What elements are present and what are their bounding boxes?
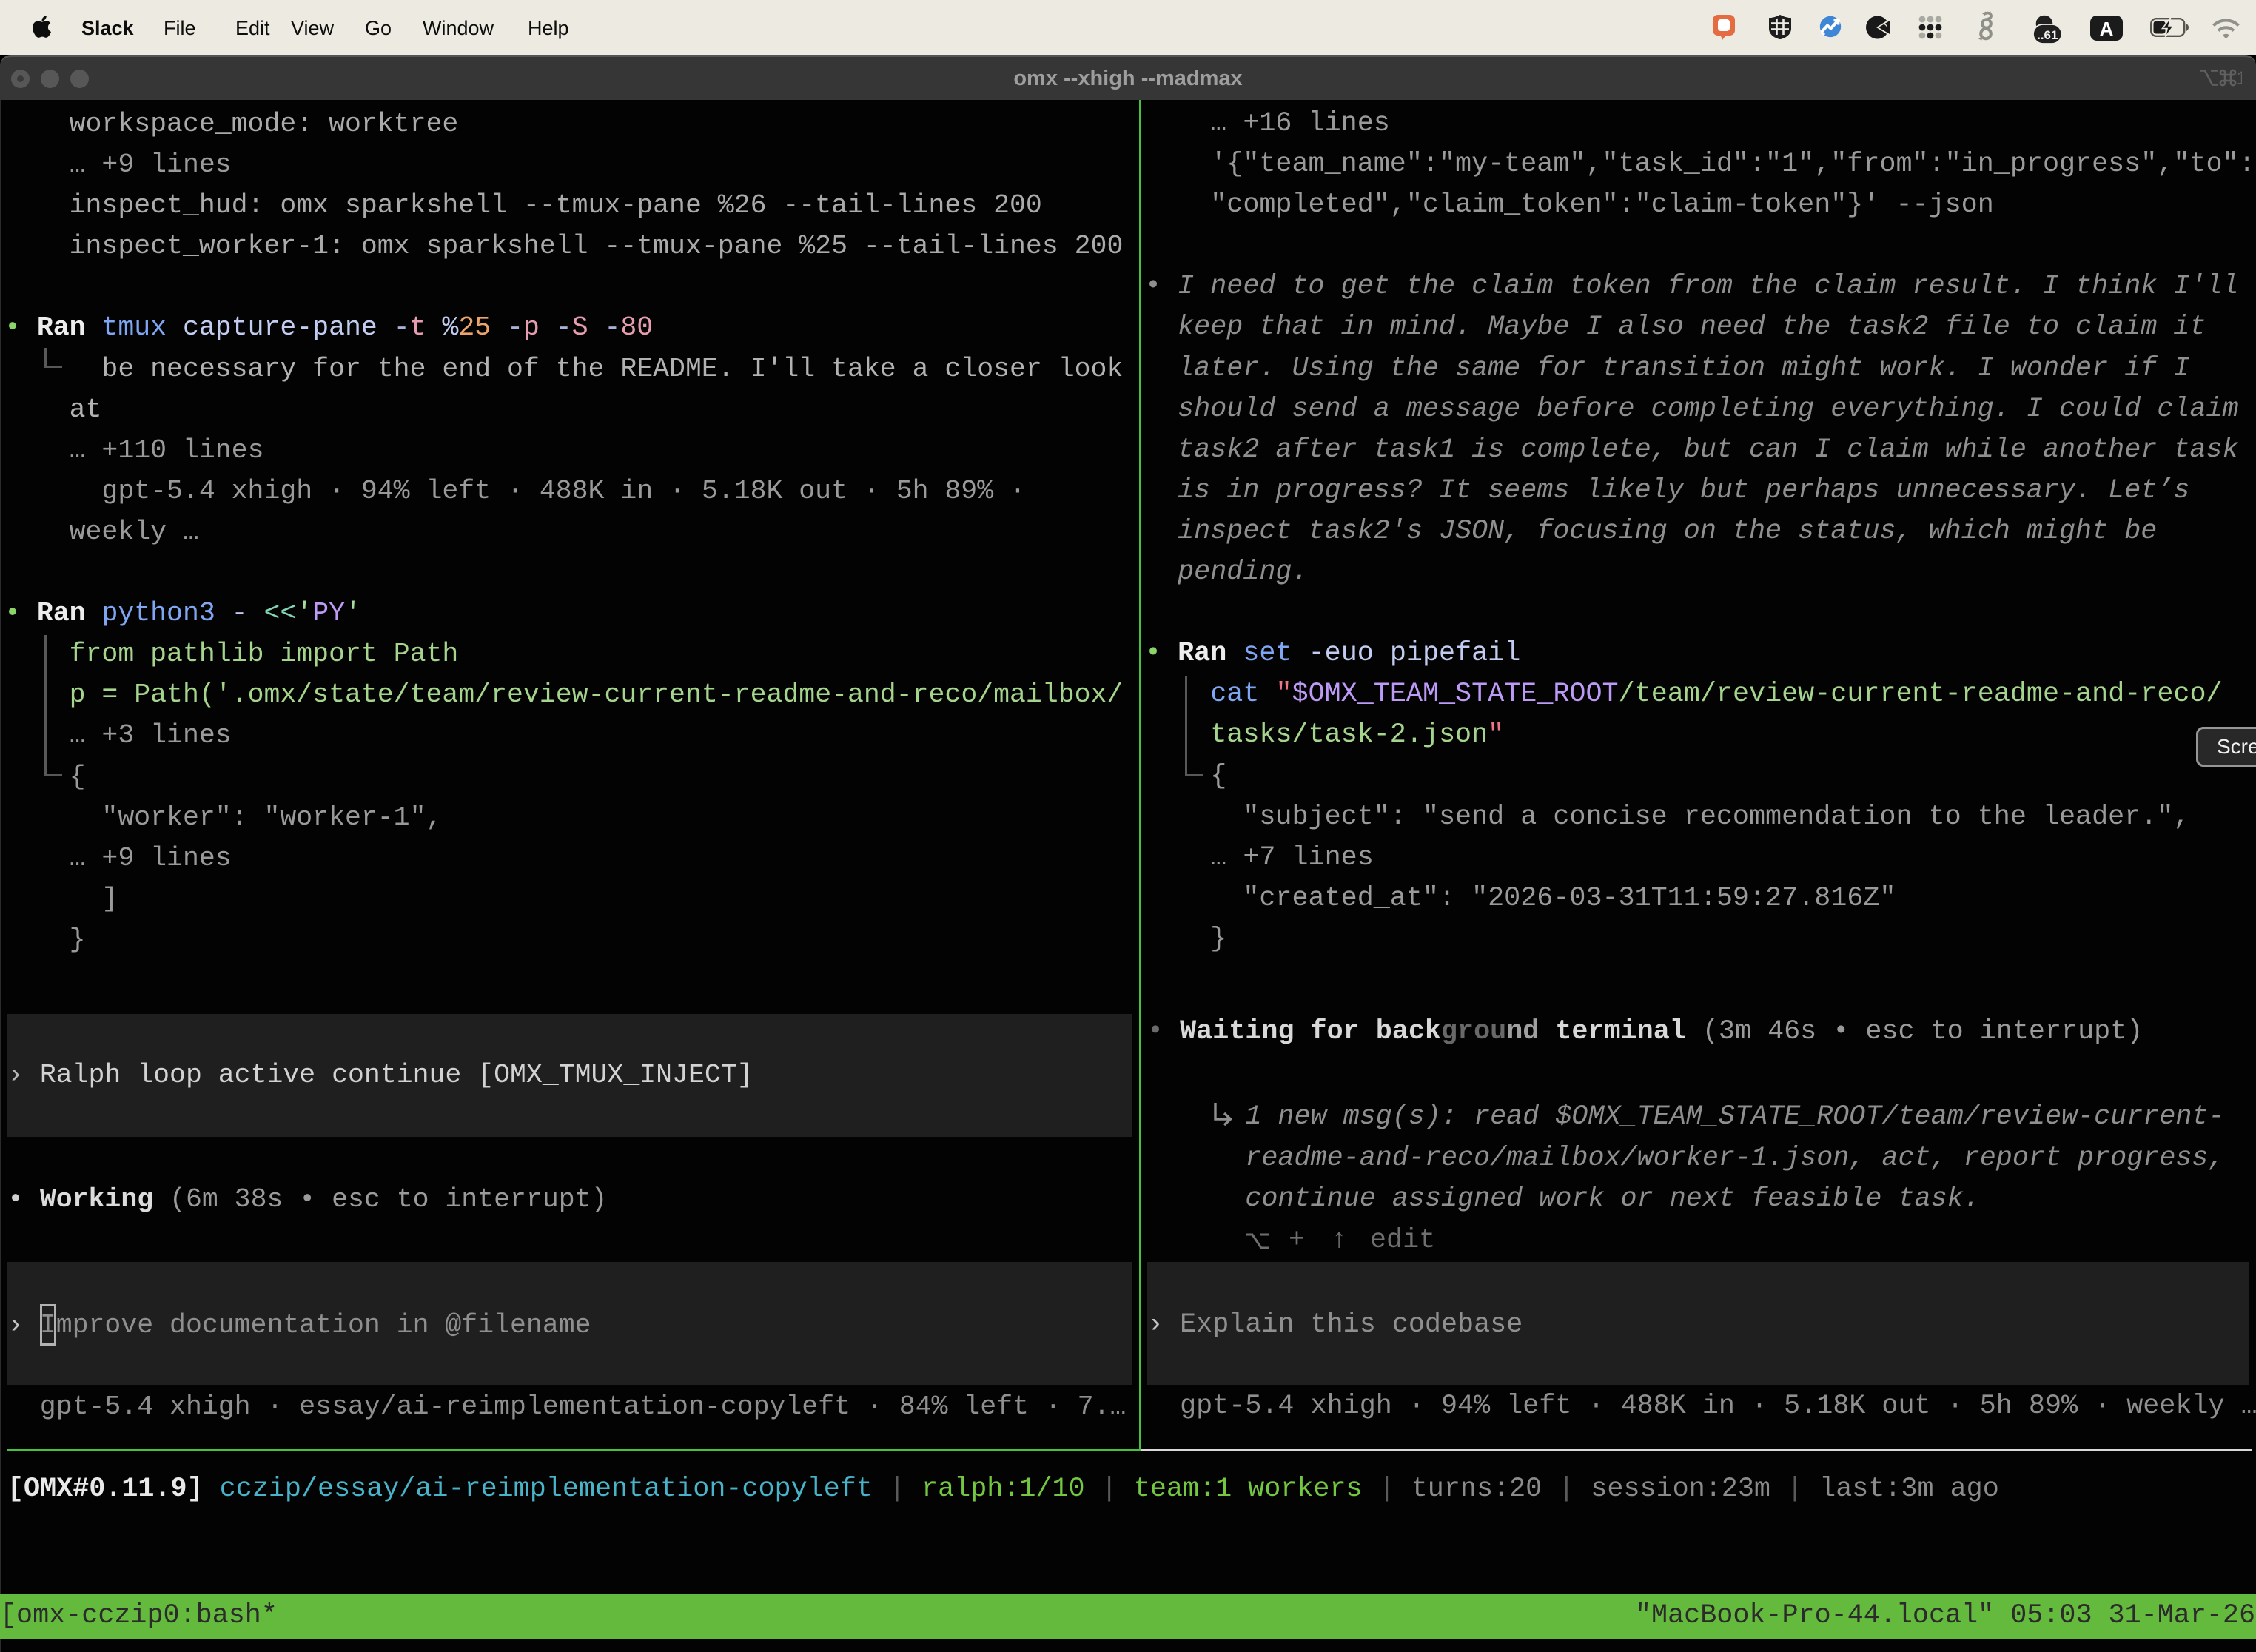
svg-text:1: 1 [2237,68,2243,87]
svg-text:..61: ..61 [2037,28,2058,42]
svg-text:A: A [2100,18,2114,40]
